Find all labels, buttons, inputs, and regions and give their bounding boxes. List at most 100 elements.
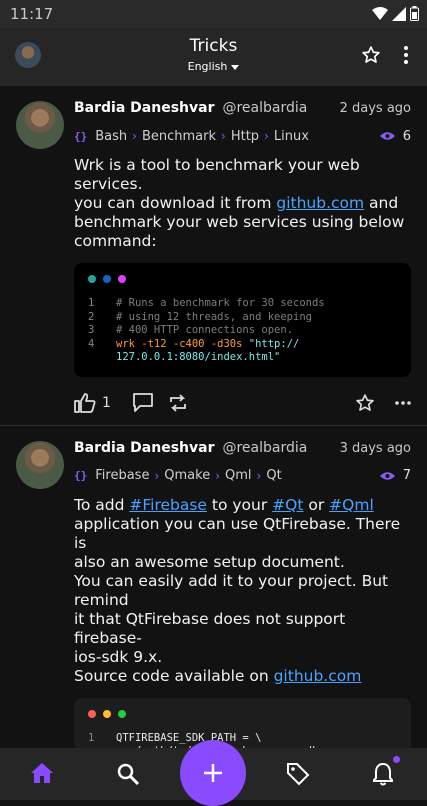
author-avatar[interactable] [16,440,64,489]
code-token: # 400 HTTP connections open. [116,324,294,336]
more-horiz-icon[interactable] [395,400,411,406]
tags-row: {} Bash › Benchmark › Http › Linux 6 [74,124,411,148]
window-dot [118,709,126,718]
author-name[interactable]: Bardia Daneshvar [74,100,214,116]
chevron-right-icon: › [215,468,221,483]
app-bar: Tricks English [0,28,427,86]
chevron-right-icon: › [132,129,137,143]
bottom-nav [0,740,427,806]
text-line: command: [74,232,411,251]
code-token: # Runs a benchmark for 30 seconds [116,297,325,309]
line-number [88,351,116,365]
text-link[interactable]: #Qml [329,496,374,514]
notification-badge [393,756,400,763]
post-card: Bardia Daneshvar @realbardia 3 days ago {} F… [0,426,427,748]
text-line: you can download it from github.com and [74,194,411,213]
repost-icon[interactable] [169,393,187,412]
code-content: QTFIREBASE_SDK_PATH = \ [116,732,261,746]
text-span: command: [74,232,157,250]
star-icon[interactable] [361,45,381,65]
code-braces-icon: {} [74,469,88,482]
chevron-right-icon: › [154,468,160,483]
post-card: Bardia Daneshvar @realbardia 2 days ago {} B… [0,86,427,426]
post-body: Bardia Daneshvar @realbardia 3 days ago {} F… [74,440,411,748]
text-line: application you can use QtFirebase. Ther… [74,515,411,553]
battery-icon [410,6,419,21]
text-span: or [303,495,330,514]
chevron-right-icon: › [264,129,269,143]
text-span: You can easily add it to your project. B… [74,571,389,609]
text-line: Wrk is a tool to benchmark your web serv… [74,156,411,194]
post-time: 2 days ago [339,101,411,116]
text-link[interactable]: github.com [276,194,364,212]
code-token: "http:// [248,337,300,350]
views-count: 6 [379,128,411,144]
text-span: it that QtFirebase does not support fire… [74,609,346,647]
tag-link[interactable]: Firebase [95,468,149,483]
tag-link[interactable]: Qml [225,468,252,483]
comment-icon[interactable] [133,393,153,412]
star-icon[interactable] [355,393,375,413]
window-dot [88,709,96,718]
post-body: Bardia Daneshvar @realbardia 2 days ago {} B… [74,100,411,425]
post-time: 3 days ago [339,440,411,456]
text-line: To add #Firebase to your #Qt or #Qml [74,496,411,515]
status-bar: 11:17 [0,0,427,28]
search-icon[interactable] [116,762,140,786]
code-line: 1 # Runs a benchmark for 30 seconds [88,297,397,311]
tag-link[interactable]: Qmake [164,468,210,483]
line-number: 3 [88,324,95,336]
code-line: 127.0.0.1:8080/index.html" [88,351,397,365]
caret-down-icon [231,64,240,70]
post-header: Bardia Daneshvar @realbardia 2 days ago [74,100,411,122]
tag-link[interactable]: Bash [95,129,127,144]
add-post-button[interactable] [180,740,246,806]
code-content: # using 12 threads, and keeping [116,311,312,325]
author-handle[interactable]: @realbardia [222,100,307,116]
home-icon[interactable] [30,762,54,784]
post-text: To add #Firebase to your #Qt or #Qml appl… [74,496,411,686]
text-span: To add [74,495,130,514]
window-dot [118,275,126,283]
text-span: benchmark your web services using below [74,213,405,231]
tag-link[interactable]: Linux [274,129,309,144]
author-handle[interactable]: @realbardia [222,440,307,456]
chevron-right-icon: › [221,129,226,143]
text-link[interactable]: github.com [274,667,362,685]
window-dot [88,275,96,283]
code-braces-icon: {} [74,129,88,143]
views-number: 6 [402,128,411,144]
code-line: 1 QTFIREBASE_SDK_PATH = \ [88,732,397,746]
text-link[interactable]: #Qt [272,496,303,514]
language-label: English [187,60,228,73]
code-token: 127.0.0.1:8080/index.html" [116,351,281,363]
text-link[interactable]: #Firebase [129,496,207,514]
author-avatar[interactable] [16,101,64,149]
tag-link[interactable]: Qt [266,468,281,483]
code-content: wrk -t12 -c400 -d30s "http:// [116,338,299,352]
text-span: Wrk is a tool to benchmark your web serv… [74,156,360,193]
text-line: ios-sdk 9.x. [74,648,411,667]
line-number: 2 [88,310,95,323]
text-span: Source code available on [74,666,274,685]
text-span: ios-sdk 9.x. [74,647,163,666]
post-header: Bardia Daneshvar @realbardia 3 days ago [74,440,411,462]
code-token: wrk -t12 -c400 -d30s [116,337,249,350]
bell-icon[interactable] [372,762,394,786]
code-block: 1 # Runs a benchmark for 30 seconds 2 # usi… [74,263,411,377]
tag-icon[interactable] [286,762,310,786]
code-token: QTFIREBASE_SDK_PATH = \ [116,731,262,744]
author-name[interactable]: Bardia Daneshvar [74,440,214,456]
window-dots [88,709,397,718]
more-vert-icon[interactable] [403,45,409,65]
chevron-right-icon: › [256,468,262,483]
text-line: Source code available on github.com [74,667,411,686]
thumbs-up-icon[interactable] [74,392,96,413]
signal-icon [392,6,406,21]
tag-link[interactable]: Http [231,129,259,144]
feed[interactable]: Bardia Daneshvar @realbardia 2 days ago{} B… [0,86,427,748]
window-dot [103,275,111,283]
line-number: 1 [88,731,95,744]
views-count: 7 [379,468,411,483]
tag-link[interactable]: Benchmark [142,129,216,144]
